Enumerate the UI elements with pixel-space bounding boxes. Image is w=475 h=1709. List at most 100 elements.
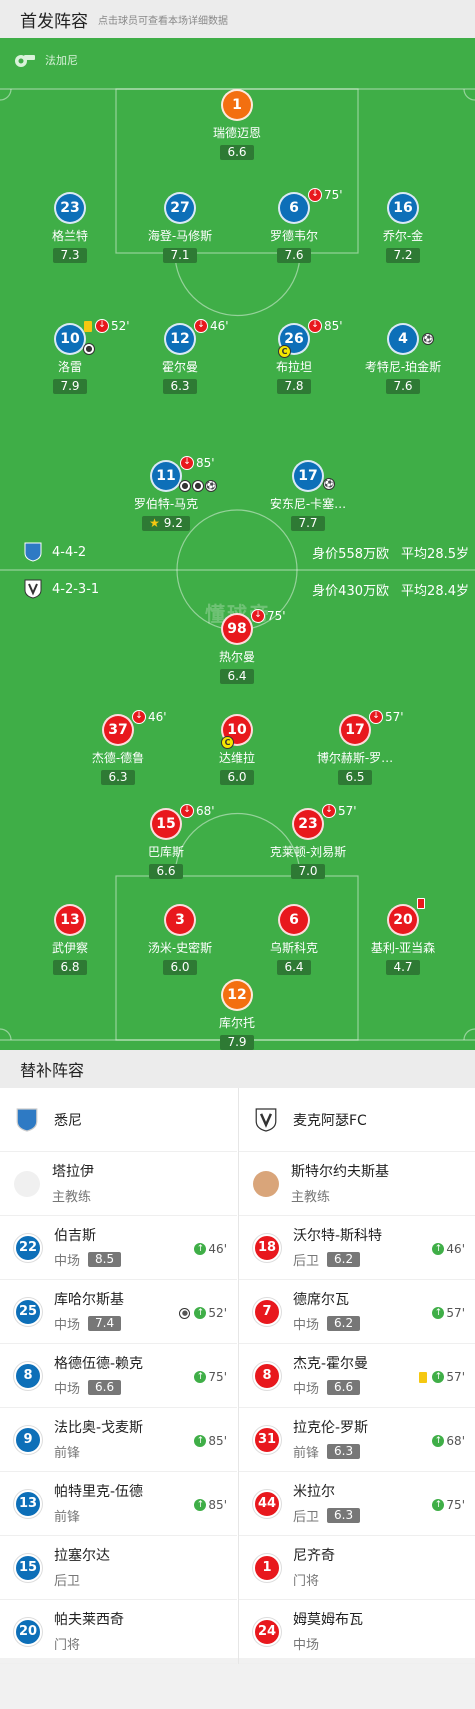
bench-home-coach[interactable]: 塔拉伊 主教练 [0,1152,237,1216]
player-home-27[interactable]: 27 海登-马修斯 7.1 [120,192,240,263]
bench-away-player-44[interactable]: 44 米拉尔 后卫 6.3 ↑ 75' [239,1472,475,1536]
player-away-6[interactable]: 6 乌斯科克 6.4 [234,904,354,975]
sub-on-minute: 57' [446,1370,465,1384]
player-away-23[interactable]: 23 ↓ 57' 克莱顿-刘易斯 7.0 [248,804,368,879]
player-name: 拉克伦-罗斯 [293,1419,369,1436]
player-home-4[interactable]: 4 ⚽ 考特尼-珀金斯 7.6 [343,323,463,394]
player-rating: 7.6 [277,248,311,263]
player-number: 4 [387,323,419,355]
player-home-10[interactable]: 10 ↓ 52' ● 洛雷 7.9 [10,319,130,394]
player-position: 前锋 [54,1509,81,1525]
bench-home-player-15[interactable]: 15 拉塞尔达 后卫 [0,1536,237,1600]
sub-on-icon: ↑ [432,1435,445,1447]
player-away-10[interactable]: 10 C 达维拉 6.0 [177,714,297,785]
player-rating: 7.0 [291,864,325,879]
player-name: 乔尔-金 [382,229,424,243]
player-number: 18 [253,1233,281,1262]
player-position: 后卫 [54,1573,81,1589]
player-away-98[interactable]: 98 ↓ 75' 热尔曼 6.4 [177,609,297,684]
player-home-1[interactable]: 1 瑞德迈恩 6.6 [177,89,297,160]
sub-on-minute: 52' [208,1306,227,1320]
player-away-12[interactable]: 12 库尔托 7.9 [177,979,297,1050]
player-rating: 6.3 [327,1507,361,1523]
player-home-11[interactable]: 11 ↓ 85' ● ● ⚽ 罗伯特-马克 ★ 9.2 [106,456,226,531]
player-away-17[interactable]: 17 ↓ 57' 博尔赫斯-罗… 6.5 [295,710,415,785]
bench-away-coach[interactable]: 斯特尔约夫斯基 主教练 [239,1152,475,1216]
player-number: 27 [164,192,196,224]
player-home-26[interactable]: 26 C ↓ 85' 布拉坦 7.8 [234,319,354,394]
player-name: 达维拉 [218,751,255,765]
bench-away-player-18[interactable]: 18 沃尔特-斯科特 后卫 6.2 ↑ 46' [239,1216,475,1280]
sub-on-minute: 85' [208,1434,227,1448]
player-rating: 7.1 [163,248,197,263]
player-name: 霍尔曼 [161,360,198,374]
player-name: 姆莫姆布瓦 [293,1611,363,1628]
bench-home-player-25[interactable]: 25 库哈尔斯基 中场 7.4 ● ↑ 52' [0,1280,237,1344]
sub-on-icon: ↑ [194,1371,207,1383]
bench-away-team[interactable]: 麦克阿瑟FC [239,1088,475,1152]
player-position: 中场 [293,1317,320,1333]
player-home-16[interactable]: 16 乔尔-金 7.2 [343,192,463,263]
player-number: 37 [102,714,134,746]
player-rating: 7.2 [386,248,420,263]
player-rating: 6.4 [220,669,254,684]
player-away-20[interactable]: 20 基利-亚当森 4.7 [343,898,463,975]
goal-icon: ● [192,480,204,492]
bench-home-player-9[interactable]: 9 法比奥-戈麦斯 前锋 ↑ 85' [0,1408,237,1472]
player-home-17[interactable]: 17 ⚽ 安东尼-卡塞… 7.7 [248,460,368,531]
player-number: 23 [292,808,324,840]
player-number: 12 [164,323,196,355]
bench-away-player-31[interactable]: 31 拉克伦-罗斯 前锋 6.3 ↑ 68' [239,1408,475,1472]
player-number: 13 [54,904,86,936]
bench-home-player-13[interactable]: 13 帕特里克-伍德 前锋 ↑ 85' [0,1472,237,1536]
bench-away-player-8[interactable]: 8 杰克-霍尔曼 中场 6.6 ↑ 57' [239,1344,475,1408]
player-name: 杰克-霍尔曼 [293,1355,369,1372]
sub-off-icon: ↓ [95,319,109,333]
home-avg-age: 平均28.5岁 [401,546,469,562]
player-name: 帕夫莱西奇 [54,1611,124,1628]
macarthur-fc-shield-icon [255,1107,277,1132]
sub-on-icon: ↑ [194,1307,207,1319]
player-name: 杰德-德鲁 [91,751,145,765]
player-away-37[interactable]: 37 ↓ 46' 杰德-德鲁 6.3 [58,710,178,785]
sub-on-minute: 68' [446,1434,465,1448]
player-number: 20 [387,904,419,936]
player-position: 中场 [293,1637,320,1653]
player-home-6[interactable]: 6 ↓ 75' 罗德韦尔 7.6 [234,188,354,263]
player-position: 前锋 [293,1445,320,1461]
referee-name: 法加尼 [45,54,78,67]
bench-away-player-7[interactable]: 7 德席尔瓦 中场 6.2 ↑ 57' [239,1280,475,1344]
away-formation: 4-2-3-1 [52,581,100,597]
player-rating: 6.6 [88,1379,122,1395]
bench-home-player-8[interactable]: 8 格德伍德-赖克 中场 6.6 ↑ 75' [0,1344,237,1408]
bench-away-player-24[interactable]: 24 姆莫姆布瓦 中场 [239,1600,475,1664]
bench-home-player-20[interactable]: 20 帕夫莱西奇 门将 [0,1600,237,1664]
bench-home-player-22[interactable]: 22 伯吉斯 中场 8.5 ↑ 46' [0,1216,237,1280]
player-rating: 6.0 [220,770,254,785]
sub-on-icon: ↑ [194,1243,207,1255]
bench-home-team[interactable]: 悉尼 [0,1088,237,1152]
player-away-13[interactable]: 13 武伊察 6.8 [10,904,130,975]
player-rating: 7.9 [220,1035,254,1050]
player-number: 17 [339,714,371,746]
sub-on-icon: ↑ [432,1499,445,1511]
whistle-icon [15,55,35,67]
player-name: 库哈尔斯基 [54,1291,124,1308]
player-number: 98 [221,613,253,645]
bench-away-player-1[interactable]: 1 尼齐奇 门将 [239,1536,475,1600]
player-name: 基利-亚当森 [370,941,436,955]
player-position: 后卫 [293,1509,320,1525]
player-name: 沃尔特-斯科特 [293,1227,383,1244]
player-home-23[interactable]: 23 格兰特 7.3 [10,192,130,263]
home-formation: 4-4-2 [52,544,87,560]
player-rating: 7.4 [88,1315,122,1331]
player-away-3[interactable]: 3 汤米-史密斯 6.0 [120,904,240,975]
sub-off-minute: 46' [148,710,167,724]
player-name: 尼齐奇 [293,1547,335,1564]
player-position: 门将 [293,1573,320,1589]
player-name: 瑞德迈恩 [212,126,261,140]
player-away-15[interactable]: 15 ↓ 68' 巴库斯 6.6 [106,804,226,879]
player-name: 米拉尔 [293,1483,335,1500]
player-rating: 4.7 [386,960,420,975]
player-home-12[interactable]: 12 ↓ 46' 霍尔曼 6.3 [120,319,240,394]
